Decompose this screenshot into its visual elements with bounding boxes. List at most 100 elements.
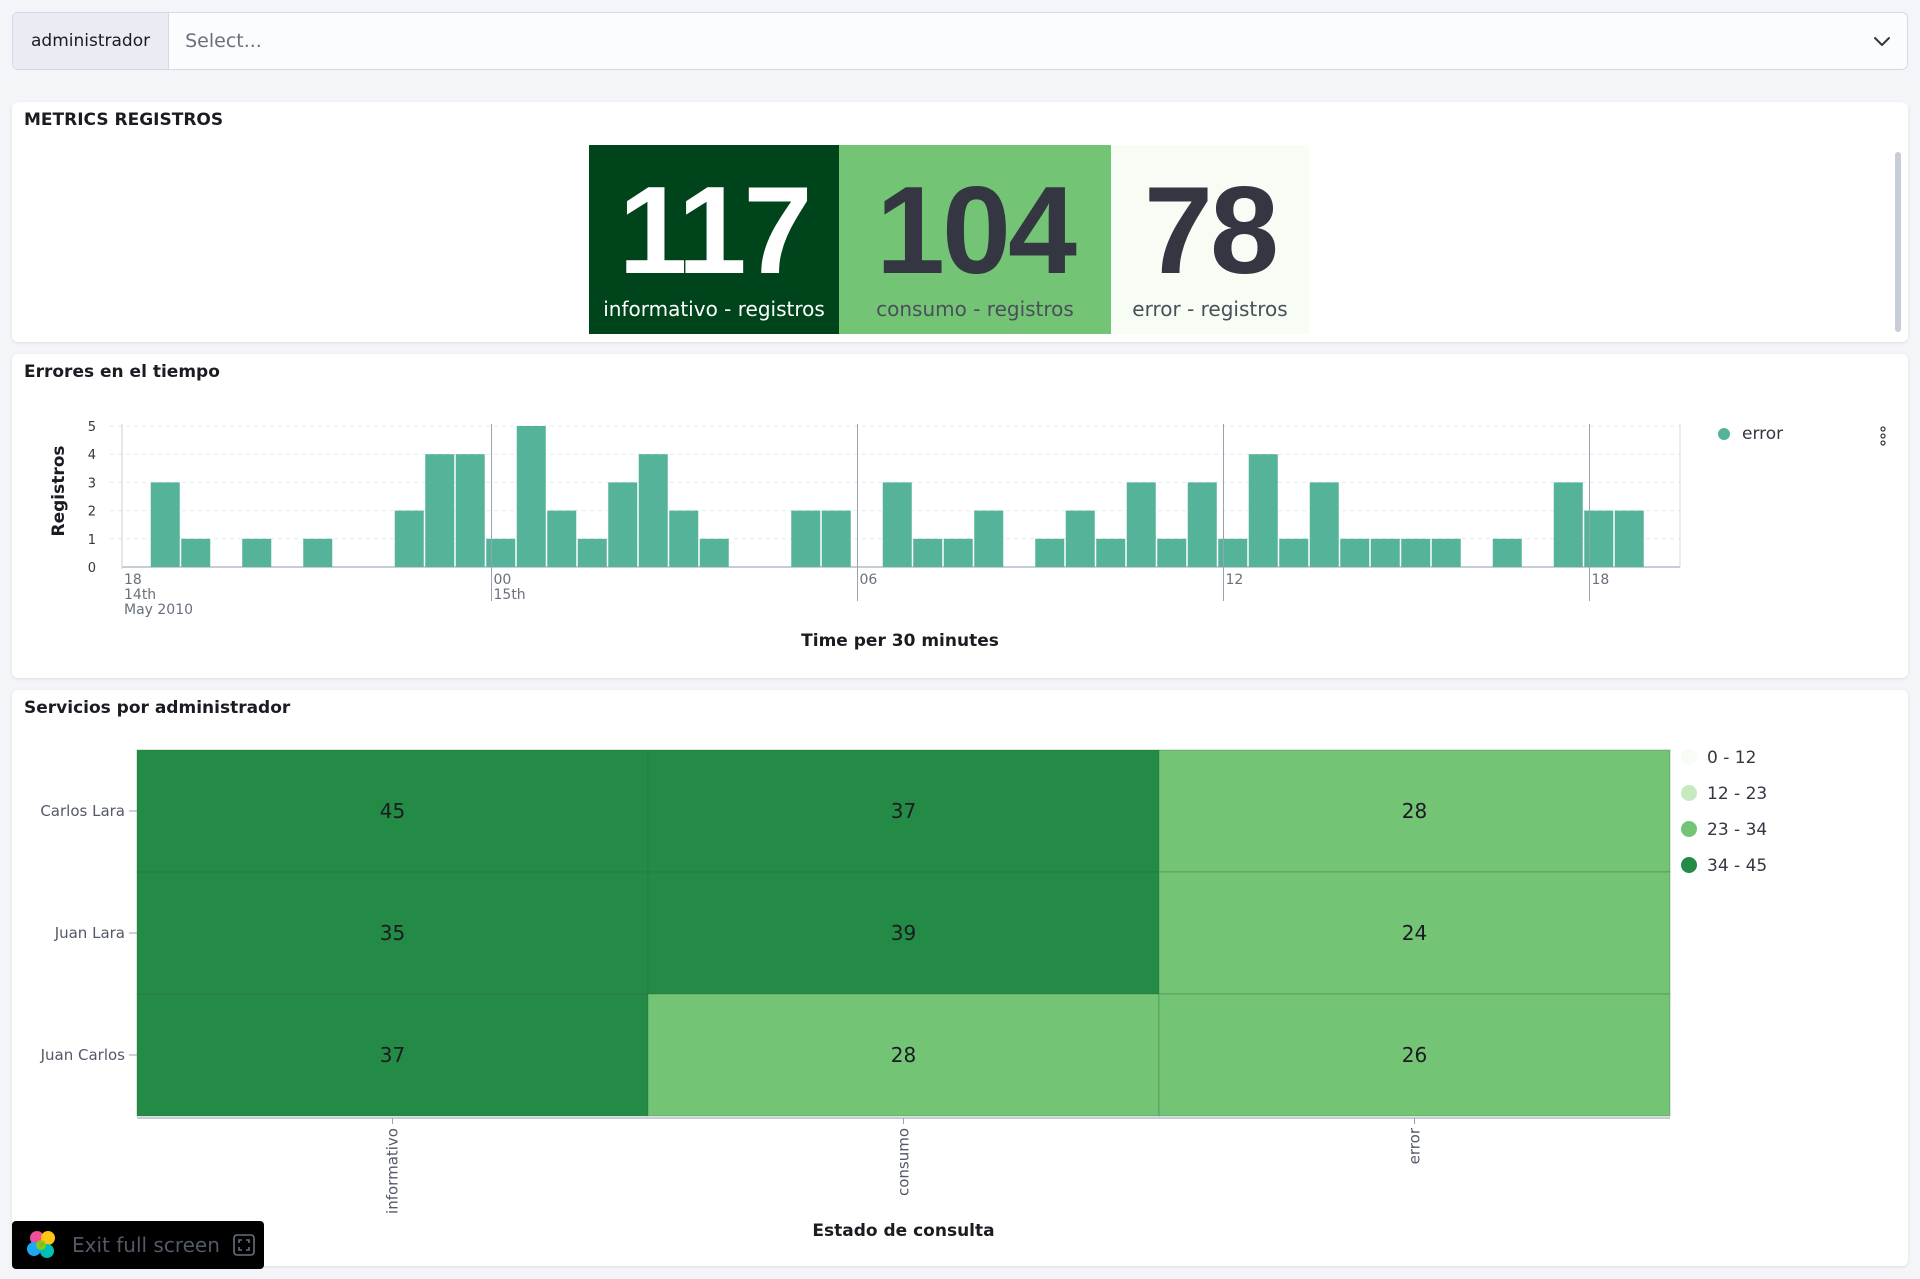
bar bbox=[882, 482, 912, 567]
y-tick-label: 4 bbox=[88, 448, 96, 463]
bar bbox=[1370, 538, 1400, 567]
bar bbox=[181, 538, 211, 567]
column-label: informativo bbox=[384, 1128, 402, 1214]
bar bbox=[1248, 454, 1278, 567]
bar bbox=[943, 538, 973, 567]
bar bbox=[1065, 510, 1095, 567]
legend-label: 0 - 12 bbox=[1707, 748, 1756, 768]
panel-title: METRICS REGISTROS bbox=[24, 110, 224, 130]
heatmap-cell-label: 35 bbox=[380, 921, 405, 945]
x-tick-label: 15th bbox=[494, 587, 526, 603]
bar bbox=[669, 510, 699, 567]
y-axis-title: Registros bbox=[49, 445, 69, 536]
metric-label: consumo - registros bbox=[876, 297, 1074, 321]
bar bbox=[1401, 538, 1431, 567]
y-tick-label: 1 bbox=[88, 533, 96, 548]
exit-full-screen-button[interactable]: Exit full screen bbox=[12, 1221, 264, 1269]
timeline-chart: 0123451814thMay 20100015th06 12 18Registro… bbox=[49, 420, 1681, 651]
x-tick-label: 18 bbox=[124, 572, 142, 588]
legend-label: 12 - 23 bbox=[1707, 784, 1767, 804]
scrollbar[interactable] bbox=[1895, 152, 1901, 332]
bar bbox=[1096, 538, 1126, 567]
metric-informativo: 117 informativo - registros bbox=[589, 145, 839, 334]
bar bbox=[394, 510, 424, 567]
x-axis-title: Time per 30 minutes bbox=[801, 631, 999, 651]
legend-label: error bbox=[1742, 424, 1784, 444]
bar bbox=[547, 510, 577, 567]
more-options-icon[interactable] bbox=[1880, 426, 1886, 446]
bar bbox=[242, 538, 272, 567]
x-tick-label: 14th bbox=[124, 587, 156, 603]
column-label: error bbox=[1406, 1127, 1424, 1164]
bar bbox=[1126, 482, 1156, 567]
bar bbox=[608, 482, 638, 567]
bar bbox=[303, 538, 333, 567]
bar bbox=[1431, 538, 1461, 567]
legend-swatch bbox=[1681, 749, 1697, 765]
bar bbox=[577, 538, 607, 567]
metric-error: 78 error - registros bbox=[1111, 145, 1309, 334]
bar bbox=[455, 454, 485, 567]
metric-value: 104 bbox=[876, 162, 1077, 300]
heatmap-cell-label: 37 bbox=[891, 799, 916, 823]
bar bbox=[1340, 538, 1370, 567]
legend-swatch bbox=[1718, 428, 1730, 440]
fullscreen-exit-icon bbox=[233, 1234, 255, 1256]
bar bbox=[150, 482, 180, 567]
heatmap-cell-label: 45 bbox=[380, 799, 405, 823]
row-label: Juan Carlos bbox=[40, 1046, 126, 1064]
administrador-select[interactable]: Select... bbox=[169, 13, 1907, 69]
bar bbox=[425, 454, 455, 567]
chevron-down-icon[interactable] bbox=[1871, 30, 1893, 52]
bar bbox=[486, 538, 516, 567]
y-tick-label: 3 bbox=[88, 476, 96, 491]
elastic-logo-icon bbox=[27, 1231, 55, 1258]
heatmap-cell-label: 28 bbox=[1402, 799, 1427, 823]
metric-label: informativo - registros bbox=[603, 297, 825, 321]
bar bbox=[1584, 510, 1614, 567]
x-axis-title: Estado de consulta bbox=[812, 1221, 994, 1241]
bar bbox=[1157, 538, 1187, 567]
bar bbox=[1187, 482, 1217, 567]
bar bbox=[1279, 538, 1309, 567]
bar bbox=[699, 538, 729, 567]
metric-consumo: 104 consumo - registros bbox=[839, 145, 1111, 334]
bar bbox=[1614, 510, 1644, 567]
bar bbox=[1218, 538, 1248, 567]
bar bbox=[791, 510, 821, 567]
heatmap-panel: Servicios por administrador 45 37 28 Carlos… bbox=[12, 690, 1908, 1266]
x-tick-label: May 2010 bbox=[124, 602, 193, 618]
bar bbox=[1309, 482, 1339, 567]
y-tick-label: 2 bbox=[88, 505, 96, 520]
x-tick-label: 18 bbox=[1592, 572, 1610, 588]
bar bbox=[913, 538, 943, 567]
x-tick-label: 00 bbox=[494, 572, 512, 588]
row-label: Carlos Lara bbox=[40, 802, 125, 820]
bar bbox=[974, 510, 1004, 567]
metric-value: 78 bbox=[1144, 162, 1279, 300]
bar bbox=[1492, 538, 1522, 567]
row-label: Juan Lara bbox=[54, 924, 125, 942]
heatmap-cell-label: 26 bbox=[1402, 1043, 1427, 1067]
heatmap-cell-label: 28 bbox=[891, 1043, 916, 1067]
legend-swatch bbox=[1681, 857, 1697, 873]
heatmap-cell-label: 39 bbox=[891, 921, 916, 945]
bar bbox=[821, 510, 851, 567]
legend-label: 23 - 34 bbox=[1707, 820, 1767, 840]
filter-label: administrador bbox=[13, 13, 170, 69]
select-placeholder: Select... bbox=[185, 30, 262, 52]
x-tick-label: 12 bbox=[1226, 572, 1244, 588]
heatmap-chart: 45 37 28 Carlos Lara 35 39 24 Juan Lara 37 28 26 Ju… bbox=[40, 748, 1768, 1241]
bar bbox=[516, 426, 546, 567]
legend-swatch bbox=[1681, 785, 1697, 801]
y-tick-label: 0 bbox=[88, 561, 96, 576]
legend-item-error[interactable]: error bbox=[1718, 424, 1783, 444]
bar bbox=[638, 454, 668, 567]
heatmap-cell-label: 37 bbox=[380, 1043, 405, 1067]
legend-swatch bbox=[1681, 821, 1697, 837]
metric-label: error - registros bbox=[1132, 297, 1288, 321]
metrics-panel: METRICS REGISTROS 117 informativo - regi… bbox=[12, 102, 1908, 342]
bar bbox=[1035, 538, 1065, 567]
column-label: consumo bbox=[895, 1128, 913, 1196]
x-tick-label: 06 bbox=[860, 572, 878, 588]
